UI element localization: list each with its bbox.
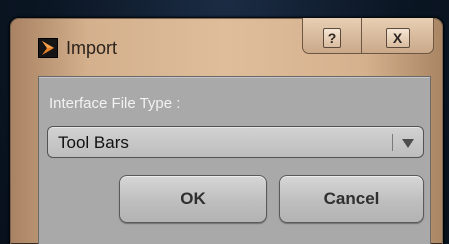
cancel-button-label: Cancel	[323, 189, 380, 208]
cancel-button[interactable]: Cancel	[279, 175, 424, 223]
select-value: Tool Bars	[58, 133, 129, 152]
interface-file-type-label: Interface File Type :	[49, 95, 181, 112]
ok-button-label: OK	[180, 189, 206, 208]
select-divider	[392, 134, 393, 151]
dialog-title: Import	[66, 38, 118, 58]
dialog-body: Interface File Type : Tool Bars OK Cance…	[38, 76, 431, 244]
ok-button[interactable]: OK	[119, 175, 267, 223]
chevron-down-icon[interactable]	[402, 139, 414, 148]
app-logo-icon	[38, 38, 58, 58]
title-bar[interactable]: Import ? X	[10, 18, 443, 72]
close-button[interactable]: X	[362, 18, 434, 54]
help-button[interactable]: ?	[302, 18, 362, 54]
interface-file-type-select[interactable]: Tool Bars	[47, 126, 424, 158]
import-dialog: Import ? X Interface File Type : Tool Ba…	[10, 18, 443, 244]
question-mark-icon: ?	[323, 27, 341, 48]
desktop-background: Import ? X Interface File Type : Tool Ba…	[0, 0, 449, 244]
close-icon: X	[385, 27, 410, 48]
